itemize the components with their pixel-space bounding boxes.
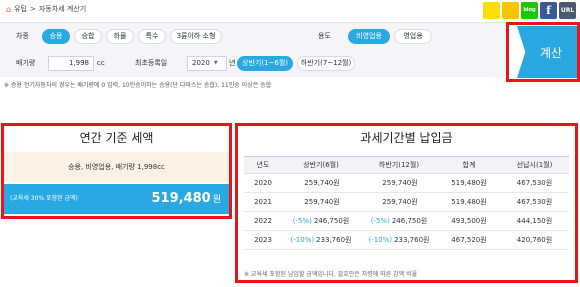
- cell-year: 2020: [244, 173, 282, 193]
- col-total: 합계: [438, 156, 500, 174]
- table-row: 2021 259,740원 259,740원 519,480원 467,530원: [244, 192, 569, 212]
- year-unit: 년: [229, 59, 236, 67]
- cell-total: 467,520원: [438, 230, 500, 250]
- annual-tax-panel: 연간 기준 세액 승용, 비영업용, 배기량 1,998cc (교육세 30% …: [1, 123, 232, 219]
- col-first-half: 상반기(6월): [282, 156, 360, 174]
- first-half-amount: 259,740원: [304, 198, 340, 206]
- cell-prepay: 467,530원: [500, 173, 569, 193]
- period-payment-title: 과세기간별 납입금: [360, 131, 453, 145]
- cell-year: 2023: [244, 230, 282, 250]
- facebook-share-icon[interactable]: f: [540, 2, 557, 19]
- kakaostory-share-icon[interactable]: [502, 2, 519, 19]
- first-half-amount: 246,750원: [313, 217, 350, 225]
- second-half-amount: 259,740원: [382, 198, 418, 206]
- cell-total: 519,480원: [438, 192, 500, 212]
- displacement-input[interactable]: 1,998: [48, 55, 94, 71]
- input-note: ※ 승용 전기자동차의 경우는 배기량에 0 입력, 10인승이하는 승용(단 …: [4, 82, 272, 89]
- usage-label: 용도: [318, 32, 331, 40]
- displacement-label: 배기량: [16, 59, 36, 67]
- blog-share-icon[interactable]: blog: [521, 2, 538, 19]
- reduction-rate: (-10%): [290, 236, 315, 244]
- registration-date-label: 최초등록일: [135, 59, 168, 67]
- breadcrumb-separator: >: [29, 5, 36, 13]
- annual-tax-amount-wrap: 519,480 원: [152, 184, 222, 215]
- col-year: 년도: [244, 156, 282, 174]
- annual-tax-title: 연간 기준 세액: [79, 131, 154, 145]
- cell-total: 493,500원: [438, 211, 500, 231]
- half-option-first[interactable]: 상반기(1~6월): [237, 55, 293, 71]
- breadcrumb: ⌂ 유팁 > 자동차세 계산기: [6, 4, 86, 14]
- period-payment-panel: 과세기간별 납입금 년도 상반기(6월) 하반기(12월) 합계 선납시(1월)…: [235, 123, 578, 283]
- cell-first-half: 259,740원: [282, 192, 360, 212]
- reduction-rate: (-5%): [292, 217, 312, 225]
- period-payment-table: 년도 상반기(6월) 하반기(12월) 합계 선납시(1월) 2020 259,…: [244, 156, 569, 250]
- vehicle-type-label: 차종: [16, 32, 29, 40]
- type-option-small[interactable]: 3륜이하 소형: [170, 28, 222, 44]
- cell-second-half: (-5%) 246,750원: [360, 211, 438, 231]
- col-second-half: 하반기(12월): [360, 156, 438, 174]
- cell-total: 519,480원: [438, 173, 500, 193]
- share-buttons: blog f URL: [483, 2, 576, 19]
- cell-first-half: (-10%) 233,760원: [282, 230, 360, 250]
- cell-first-half: (-5%) 246,750원: [282, 211, 360, 231]
- cell-prepay: 444,150원: [500, 211, 569, 231]
- chevron-down-icon: ▼: [213, 60, 218, 66]
- second-half-amount: 233,760원: [394, 236, 430, 244]
- annual-tax-note: (교육세 30% 포함된 금액): [10, 195, 78, 202]
- table-header-row: 년도 상반기(6월) 하반기(12월) 합계 선납시(1월): [244, 156, 569, 174]
- type-option-truck[interactable]: 화물: [106, 28, 134, 44]
- annual-tax-unit: 원: [212, 195, 221, 205]
- table-row: 2022 (-5%) 246,750원 (-5%) 246,750원 493,500…: [244, 211, 569, 231]
- col-prepay: 선납시(1월): [500, 156, 569, 174]
- first-half-amount: 259,740원: [304, 179, 340, 187]
- breadcrumb-item-current: 자동차세 계산기: [38, 5, 87, 13]
- cell-prepay: 467,530원: [500, 192, 569, 212]
- type-option-van[interactable]: 승합: [74, 28, 102, 44]
- type-option-passenger[interactable]: 승용: [42, 28, 70, 44]
- half-option-second[interactable]: 하반기(7~12월): [297, 55, 355, 71]
- calculate-button-highlight: 계산: [506, 22, 580, 82]
- annual-tax-result: (교육세 30% 포함된 금액) 519,480 원: [4, 184, 229, 214]
- reduction-rate: (-5%): [370, 217, 390, 225]
- cell-second-half: 259,740원: [360, 192, 438, 212]
- second-half-amount: 259,740원: [382, 179, 418, 187]
- home-icon[interactable]: ⌂: [6, 5, 11, 14]
- calculate-button[interactable]: 계산: [517, 26, 577, 78]
- cell-year: 2021: [244, 192, 282, 212]
- usage-option-private[interactable]: 비영업용: [348, 28, 390, 44]
- annual-tax-amount: 519,480: [151, 191, 211, 206]
- breadcrumb-item-root[interactable]: 유팁: [14, 4, 27, 14]
- cell-second-half: 259,740원: [360, 173, 438, 193]
- kakaotalk-share-icon[interactable]: [483, 2, 500, 19]
- period-footnote: ※ 교육세 포함된 납입할 금액입니다. 괄호안은 차령에 따른 감액 비율: [244, 271, 418, 278]
- cell-first-half: 259,740원: [282, 173, 360, 193]
- url-copy-icon[interactable]: URL: [559, 2, 576, 19]
- reduction-rate: (-10%): [368, 236, 393, 244]
- cell-prepay: 420,760원: [500, 230, 569, 250]
- calculator-form: 차종 승용 승합 화물 특수 3륜이하 소형 용도 비영업용 영업용 배기량 1…: [0, 22, 508, 77]
- cell-second-half: (-10%) 233,760원: [360, 230, 438, 250]
- annual-tax-summary: 승용, 비영업용, 배기량 1,998cc: [4, 152, 229, 182]
- table-row: 2020 259,740원 259,740원 519,480원 467,530원: [244, 173, 569, 193]
- table-row: 2023 (-10%) 233,760원 (-10%) 233,760원 467,5…: [244, 230, 569, 250]
- usage-option-commercial[interactable]: 영업용: [394, 28, 432, 44]
- cell-year: 2022: [244, 211, 282, 231]
- year-select-value: 2020: [192, 59, 210, 67]
- first-half-amount: 233,760원: [316, 236, 352, 244]
- second-half-amount: 246,750원: [391, 217, 428, 225]
- displacement-unit: cc: [97, 59, 105, 67]
- type-option-special[interactable]: 특수: [138, 28, 166, 44]
- year-select[interactable]: 2020 ▼: [187, 55, 227, 71]
